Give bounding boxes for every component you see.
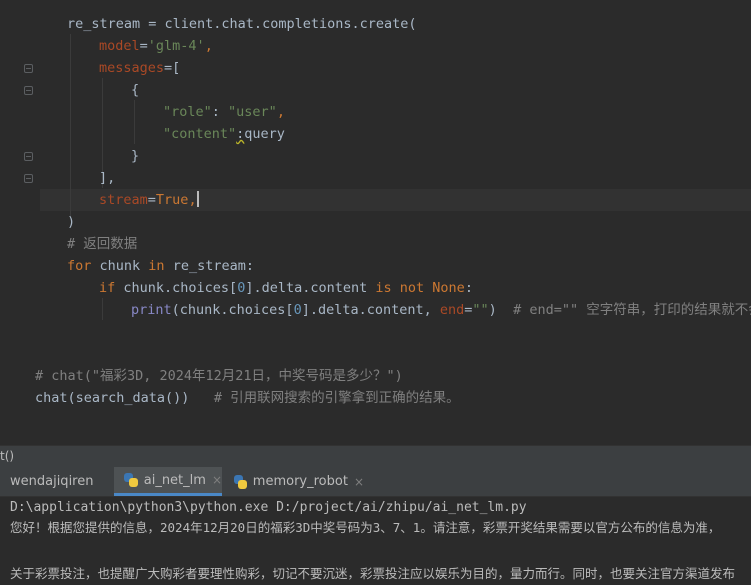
code-comment: # 返回数据 [67,236,138,252]
code-text: re_stream = client.chat.completions.crea… [67,16,417,32]
code-text: (chunk.choices[ [171,302,294,318]
code-text: ].delta.content [245,280,376,296]
code-line-7: } [131,145,139,167]
code-text: ], [99,170,116,186]
tab-memory-robot[interactable]: memory_robot × [224,467,364,496]
console-output-line: 您好！根据您提供的信息，2024年12月20日的福彩3D中奖号码为3、7、1。请… [10,520,721,535]
code-text: : [211,104,229,120]
tab-label: memory_robot [252,474,348,489]
param-end: end [439,302,465,318]
builtin-function: print [131,302,172,318]
code-text: = [139,38,148,54]
dict-key: "content" [163,126,237,142]
param-model: model [99,38,140,54]
code-line-6: "content":query [163,123,285,145]
close-icon[interactable]: × [212,473,222,487]
breadcrumb[interactable]: t() [0,449,14,463]
code-line-16: chat(search_data()) # 引用联网搜索的引擎拿到正确的结果。 [35,387,460,409]
code-text: ].delta.content, [301,302,440,318]
string-literal: "" [472,302,489,318]
keyword: None [432,280,465,296]
keyword: if [99,280,116,296]
tab-label: ai_net_lm [143,472,206,488]
editor-gutter [0,0,40,445]
code-line-5: "role": "user", [163,101,285,123]
code-line-4: { [131,79,139,101]
indent-guide [102,298,103,320]
code-line-13: if chunk.choices[0].delta.content is not… [99,277,473,299]
console-output-line: 关于彩票投注，也提醒广大购彩者要理性购彩，切记不要沉迷，彩票投注应以娱乐为目的，… [10,566,736,581]
fold-icon[interactable] [24,64,33,73]
code-text: chat(search_data()) [35,390,190,406]
code-text: = [147,192,156,208]
indent-guide [134,100,135,144]
code-line-11: # 返回数据 [67,233,137,255]
code-line-2: model='glm-4', [99,35,213,57]
dict-key: "role" [163,104,212,120]
code-text: ) [488,302,514,318]
code-line-3: messages=[ [99,57,180,79]
code-text: } [131,148,140,164]
code-text: , [204,38,213,54]
code-text: query [244,126,285,142]
fold-icon[interactable] [24,174,33,183]
tab-wendajiqiren[interactable]: wendajiqiren [0,467,110,496]
code-comment: # chat("福彩3D, 2024年12月21日，中奖号码是多少？") [35,368,403,384]
close-icon[interactable]: × [354,475,364,489]
code-text: chunk [91,258,149,274]
python-icon [124,473,138,487]
string-literal: 'glm-4' [147,38,205,54]
code-editor[interactable]: re_stream = client.chat.completions.crea… [0,0,751,445]
keyword: in [148,258,165,274]
python-icon [234,474,247,489]
code-text: =[ [164,60,181,76]
keyword: is not [375,280,425,296]
code-text: ) [67,214,76,230]
code-text: re_stream: [164,258,254,274]
tab-label: wendajiqiren [10,474,94,489]
code-line-12: for chunk in re_stream: [67,255,254,277]
run-tabs-bar: wendajiqiren ai_net_lm × memory_robot × [0,467,751,497]
code-comment: # 引用联网搜索的引擎拿到正确的结果。 [213,390,460,406]
code-line-1: re_stream = client.chat.completions.crea… [67,13,417,35]
tab-ai-net-lm[interactable]: ai_net_lm × [114,467,222,496]
fold-icon[interactable] [24,86,33,95]
code-comment: # end="" 空字符串，打印的结果就不会换行 [513,302,751,318]
code-text: : [464,280,473,296]
code-text: chunk.choices[ [115,280,238,296]
code-line-15: # chat("福彩3D, 2024年12月21日，中奖号码是多少？") [35,365,403,387]
param-stream: stream [99,192,148,208]
code-line-10: ) [67,211,75,233]
code-text: { [131,82,140,98]
code-line-9: stream=True, [99,189,199,211]
text-caret [196,191,199,207]
string-literal: "user" [228,104,277,120]
number-literal: 0 [293,302,302,318]
code-text: , [188,192,197,208]
param-messages: messages [99,60,165,76]
keyword: True [155,192,189,208]
breadcrumb-bar: t() [0,445,751,468]
run-console[interactable]: D:\application\python3\python.exe D:/pro… [0,497,751,585]
code-line-8: ], [99,167,115,189]
code-line-14: print(chunk.choices[0].delta.content, en… [131,299,751,321]
keyword: for [67,258,92,274]
fold-icon[interactable] [24,152,33,161]
code-text: , [276,104,285,120]
indent-guide [70,34,71,216]
console-command: D:\application\python3\python.exe D:/pro… [10,500,527,515]
